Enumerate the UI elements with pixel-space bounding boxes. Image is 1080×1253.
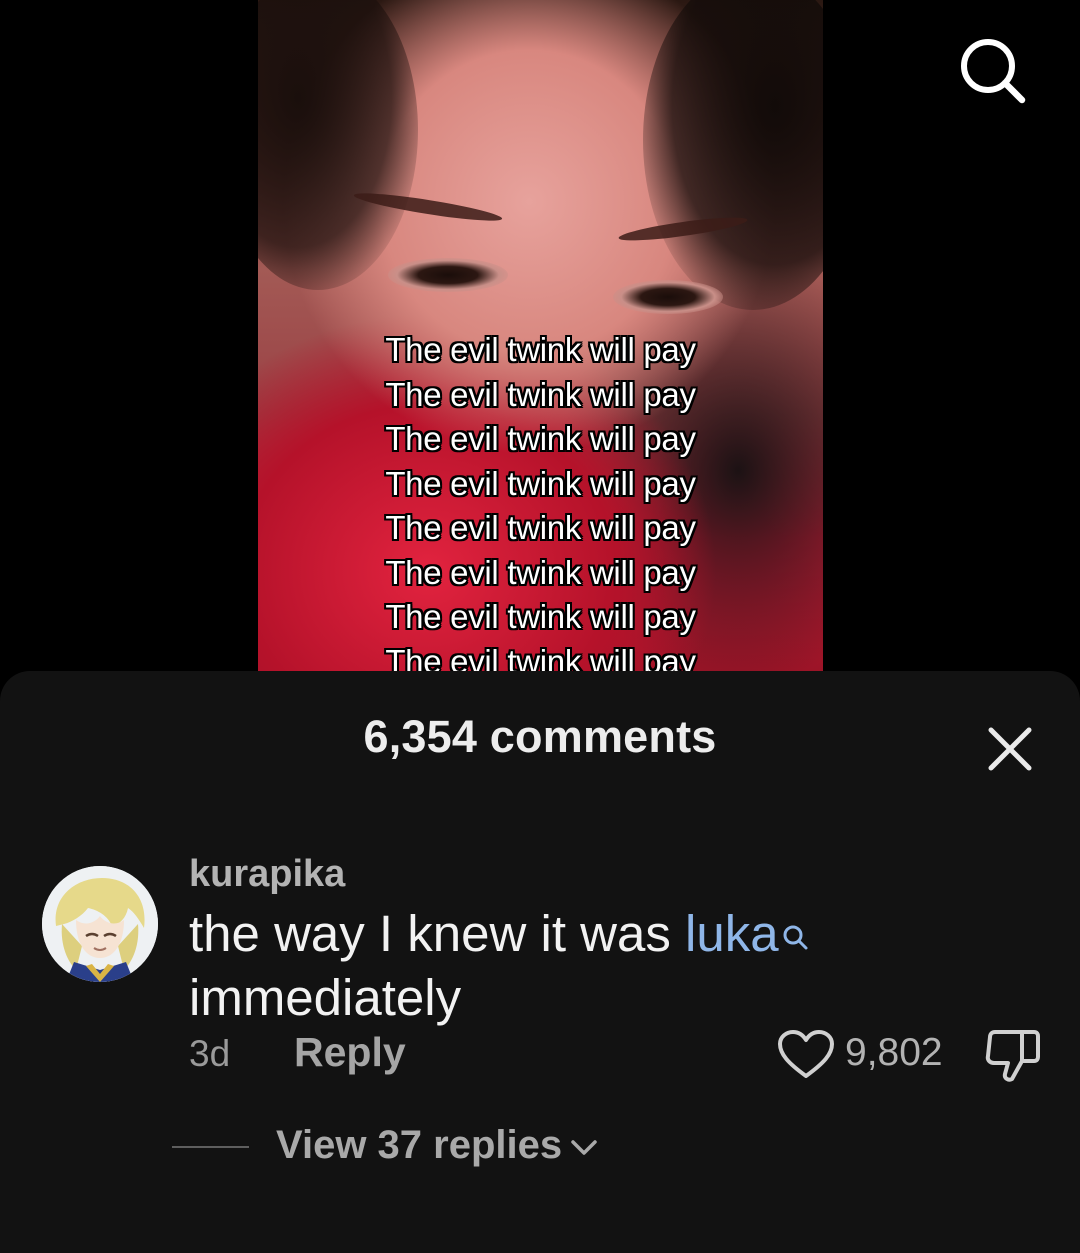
view-replies-label: View 37 replies [276, 1123, 563, 1167]
comment-text: the way I knew it was luka immediately [189, 903, 1009, 1029]
like-button[interactable] [776, 1029, 836, 1081]
avatar[interactable] [42, 866, 158, 982]
view-replies-button[interactable]: View 37 replies [276, 1123, 598, 1168]
caption-line: The evil twink will pay [385, 464, 696, 502]
video-frame[interactable]: The evil twink will pay The evil twink w… [258, 0, 823, 672]
video-hair-left [258, 0, 418, 290]
video-hair-right [643, 0, 823, 310]
reply-button[interactable]: Reply [294, 1029, 406, 1076]
caption-line: The evil twink will pay [385, 509, 696, 546]
mention-search-icon[interactable] [781, 905, 809, 967]
comments-sheet: 6,354 comments kurapika the way I knew i… [0, 671, 1080, 1253]
like-count: 9,802 [845, 1031, 943, 1074]
heart-icon [778, 1030, 834, 1078]
caption-line: The evil twink will pay [385, 420, 696, 457]
caption-line: The evil twink will pay [385, 642, 696, 673]
thumbs-down-icon [985, 1030, 1040, 1082]
video-caption: The evil twink will pay The evil twink w… [258, 328, 823, 672]
search-icon [961, 39, 1026, 104]
mention-link[interactable]: luka [685, 905, 779, 962]
comment-text-before: the way I knew it was [189, 905, 686, 962]
caption-line: The evil twink will pay [385, 331, 696, 368]
avatar-image [42, 866, 158, 982]
close-button[interactable] [980, 719, 1040, 779]
comments-count-title: 6,354 comments [363, 711, 717, 762]
comment-text-after: immediately [189, 969, 462, 1026]
video-eye-left [388, 258, 508, 292]
video-player[interactable]: The evil twink will pay The evil twink w… [0, 0, 1080, 672]
replies-divider [172, 1146, 249, 1148]
caption-line: The evil twink will pay [385, 375, 696, 413]
caption-line: The evil twink will pay [385, 598, 696, 635]
comment-username[interactable]: kurapika [189, 853, 345, 896]
search-button[interactable] [950, 30, 1030, 110]
video-eye-right [613, 280, 723, 314]
dislike-button[interactable] [982, 1027, 1044, 1085]
caption-line: The evil twink will pay [385, 553, 696, 591]
comment-item: kurapika the way I knew it was luka immed… [0, 841, 1080, 1201]
chevron-down-icon [571, 1139, 597, 1155]
comment-timestamp: 3d [189, 1033, 231, 1074]
close-icon [988, 727, 1032, 771]
